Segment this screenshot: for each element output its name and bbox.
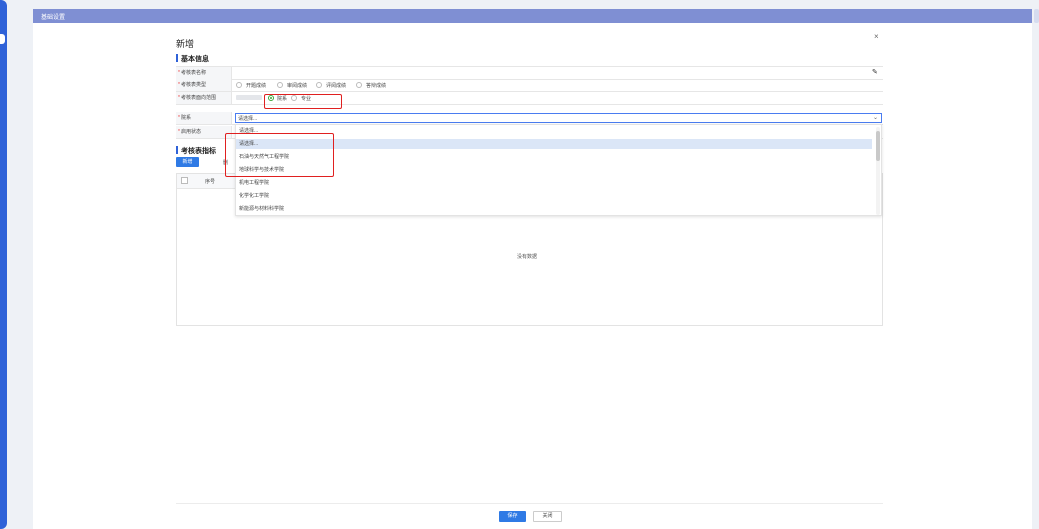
empty-state-text: 没有数据 xyxy=(517,254,538,260)
highlight-box-scope xyxy=(264,94,342,109)
app-sidebar-accent xyxy=(0,0,7,529)
section-basic-info: 基本信息 xyxy=(176,54,209,64)
column-header-index: 序号 xyxy=(205,179,216,185)
dropdown-scrollbar[interactable] xyxy=(876,127,880,215)
add-indicator-button[interactable]: 新增 xyxy=(176,157,199,167)
titlebar-edge xyxy=(1034,9,1039,23)
section-indicators: 考核表指标 xyxy=(176,146,216,156)
radio-type-3[interactable] xyxy=(356,82,362,88)
field-label-scope: *考核表面向范围 xyxy=(176,92,232,104)
field-label-type: *考核表类型 xyxy=(176,79,232,91)
close-icon[interactable]: × xyxy=(874,32,879,41)
field-label-college: *院系 xyxy=(176,112,232,124)
field-label-name: *考核表名称 xyxy=(176,67,232,79)
save-button[interactable]: 保存 xyxy=(499,511,526,522)
name-input[interactable] xyxy=(234,67,878,79)
radio-type-2[interactable] xyxy=(316,82,322,88)
footer-divider xyxy=(176,503,883,504)
highlight-box-dropdown xyxy=(225,133,334,177)
window-title: 基础设置 xyxy=(41,15,66,21)
college-select[interactable]: 请选择... ⌄ xyxy=(235,113,882,123)
radio-type-2-label: 评阅成绩 xyxy=(326,83,347,89)
sidebar-toggle-handle[interactable] xyxy=(0,34,5,44)
dialog-title: 新增 xyxy=(176,39,195,49)
section-title-text: 基本信息 xyxy=(181,56,209,63)
section-bar xyxy=(176,146,178,154)
select-all-checkbox[interactable] xyxy=(181,177,188,184)
blurred-content xyxy=(236,95,262,100)
radio-type-0-label: 开题成绩 xyxy=(246,83,267,89)
radio-type-0[interactable] xyxy=(236,82,242,88)
edit-pencil-icon[interactable]: ✎ xyxy=(872,68,878,76)
dropdown-scrollbar-thumb[interactable] xyxy=(876,131,880,161)
radio-type-1-label: 审阅成绩 xyxy=(287,83,308,89)
chevron-down-icon: ⌄ xyxy=(872,115,878,121)
window-titlebar: 基础设置 xyxy=(33,9,1032,23)
section-bar xyxy=(176,54,178,62)
radio-type-1[interactable] xyxy=(277,82,283,88)
form-row-name: *考核表名称 ✎ xyxy=(176,66,883,80)
section-title-text: 考核表指标 xyxy=(181,148,216,155)
college-select-value: 请选择... xyxy=(238,116,258,122)
field-label-status: *启用状态 xyxy=(176,126,232,138)
form-row-type: *考核表类型 开题成绩 审阅成绩 评阅成绩 答辩成绩 xyxy=(176,79,883,92)
radio-type-3-label: 答辩成绩 xyxy=(366,83,387,89)
dropdown-option-6[interactable]: 新能源与材料科学院 xyxy=(236,204,872,214)
dropdown-option-4[interactable]: 机电工程学院 xyxy=(236,178,872,188)
dropdown-option-5[interactable]: 化学化工学院 xyxy=(236,191,872,201)
close-button[interactable]: 关闭 xyxy=(533,511,562,522)
